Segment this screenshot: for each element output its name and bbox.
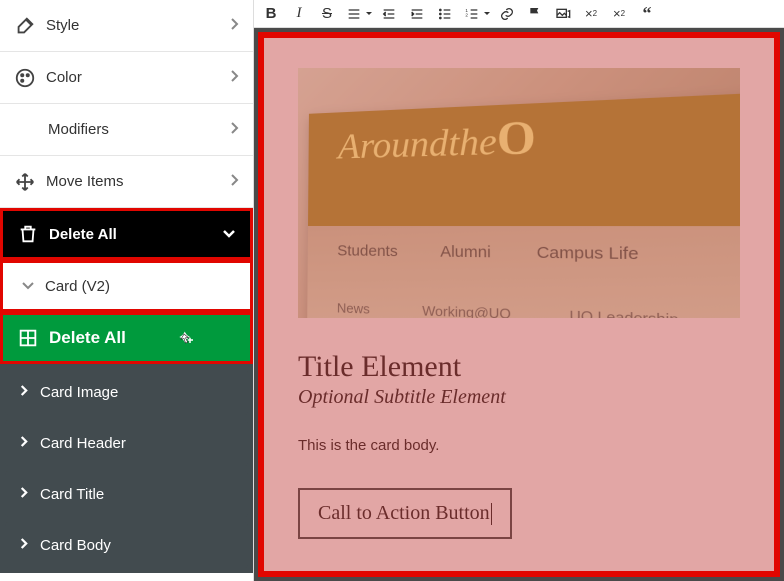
img-text: Alumni [440, 242, 491, 281]
sidebar-item-card-v2[interactable]: Card (V2) [0, 260, 253, 312]
trash-icon [17, 223, 39, 245]
img-text: Campus Life [537, 243, 639, 284]
sidebar-item-card-title[interactable]: Card Title [5, 471, 248, 517]
chevron-right-icon [229, 121, 239, 139]
bullet-list-button[interactable] [432, 3, 458, 25]
card-title-preview[interactable]: Title Element [298, 350, 740, 384]
card-image-preview: AroundtheO Students Alumni Campus Life N… [298, 68, 740, 318]
sidebar-label: Delete All [49, 328, 236, 348]
sidebar-item-delete-all-section[interactable]: Delete All [0, 208, 253, 260]
img-text: UO Leadership [569, 307, 678, 318]
chevron-right-icon [19, 537, 28, 553]
sidebar-label: Modifiers [48, 121, 229, 138]
img-text: News [337, 300, 370, 317]
cta-label: Call to Action Button [318, 502, 490, 524]
sidebar-item-card-header[interactable]: Card Header [5, 420, 248, 466]
editor-toolbar: B I S 12 ×2 ×2 “ [254, 0, 784, 28]
move-icon [14, 171, 36, 193]
card-body-preview[interactable]: This is the card body. [298, 437, 740, 454]
main-area: B I S 12 ×2 ×2 “ AroundtheO [254, 0, 784, 581]
sidebar-item-delete-all-action[interactable]: Delete All [0, 312, 253, 364]
grid-icon [17, 327, 39, 349]
sidebar-item-modifiers[interactable]: Modifiers [0, 104, 253, 156]
indent-button[interactable] [404, 3, 430, 25]
sidebar-label: Card Header [40, 435, 234, 452]
sidebar-label: Delete All [49, 226, 222, 243]
sidebar-label: Color [46, 69, 229, 86]
bold-button[interactable]: B [258, 3, 284, 25]
svg-text:2: 2 [465, 12, 468, 17]
sidebar-item-style[interactable]: Style [0, 0, 253, 52]
chevron-down-icon [222, 226, 236, 243]
flag-button[interactable] [522, 3, 548, 25]
sidebar-label: Card Image [40, 384, 234, 401]
palette-icon [14, 67, 36, 89]
superscript-button[interactable]: ×2 [578, 3, 604, 25]
banner-text: Aroundthe [338, 120, 497, 167]
subscript-button[interactable]: ×2 [606, 3, 632, 25]
link-button[interactable] [494, 3, 520, 25]
sidebar: Style Color Modifiers Move Items Delete … [0, 0, 254, 581]
sidebar-label: Card Body [40, 537, 234, 554]
editor-canvas[interactable]: AroundtheO Students Alumni Campus Life N… [254, 28, 784, 581]
sidebar-label: Style [46, 17, 229, 34]
chevron-down-icon [21, 278, 35, 295]
outdent-button[interactable] [376, 3, 402, 25]
align-button[interactable] [342, 3, 374, 25]
img-text: Working@UO [422, 302, 511, 318]
quote-button[interactable]: “ [634, 3, 660, 25]
card-preview: AroundtheO Students Alumni Campus Life N… [298, 68, 740, 539]
chevron-right-icon [19, 486, 28, 502]
sidebar-item-card-image[interactable]: Card Image [5, 369, 248, 415]
cta-button-preview[interactable]: Call to Action Button [298, 488, 512, 539]
sidebar-item-color[interactable]: Color [0, 52, 253, 104]
banner-o: O [497, 111, 536, 165]
chevron-right-icon [19, 435, 28, 451]
brush-icon [14, 15, 36, 37]
selection-frame: AroundtheO Students Alumni Campus Life N… [258, 32, 780, 577]
strike-button[interactable]: S [314, 3, 340, 25]
img-text: Students [337, 242, 398, 279]
chevron-right-icon [229, 69, 239, 87]
chevron-right-icon [229, 173, 239, 191]
card-subtitle-preview[interactable]: Optional Subtitle Element [298, 386, 740, 409]
sidebar-item-card-body[interactable]: Card Body [5, 522, 248, 568]
sidebar-label: Move Items [46, 173, 229, 190]
chevron-right-icon [19, 384, 28, 400]
sidebar-label: Card (V2) [45, 278, 236, 295]
numbered-list-button[interactable]: 12 [460, 3, 492, 25]
sidebar-item-move[interactable]: Move Items [0, 156, 253, 208]
image-button[interactable] [550, 3, 576, 25]
card-children-list: Card Image Card Header Card Title Card B… [0, 364, 253, 573]
text-caret [491, 503, 492, 525]
chevron-right-icon [229, 17, 239, 35]
sidebar-label: Card Title [40, 486, 234, 503]
italic-button[interactable]: I [286, 3, 312, 25]
